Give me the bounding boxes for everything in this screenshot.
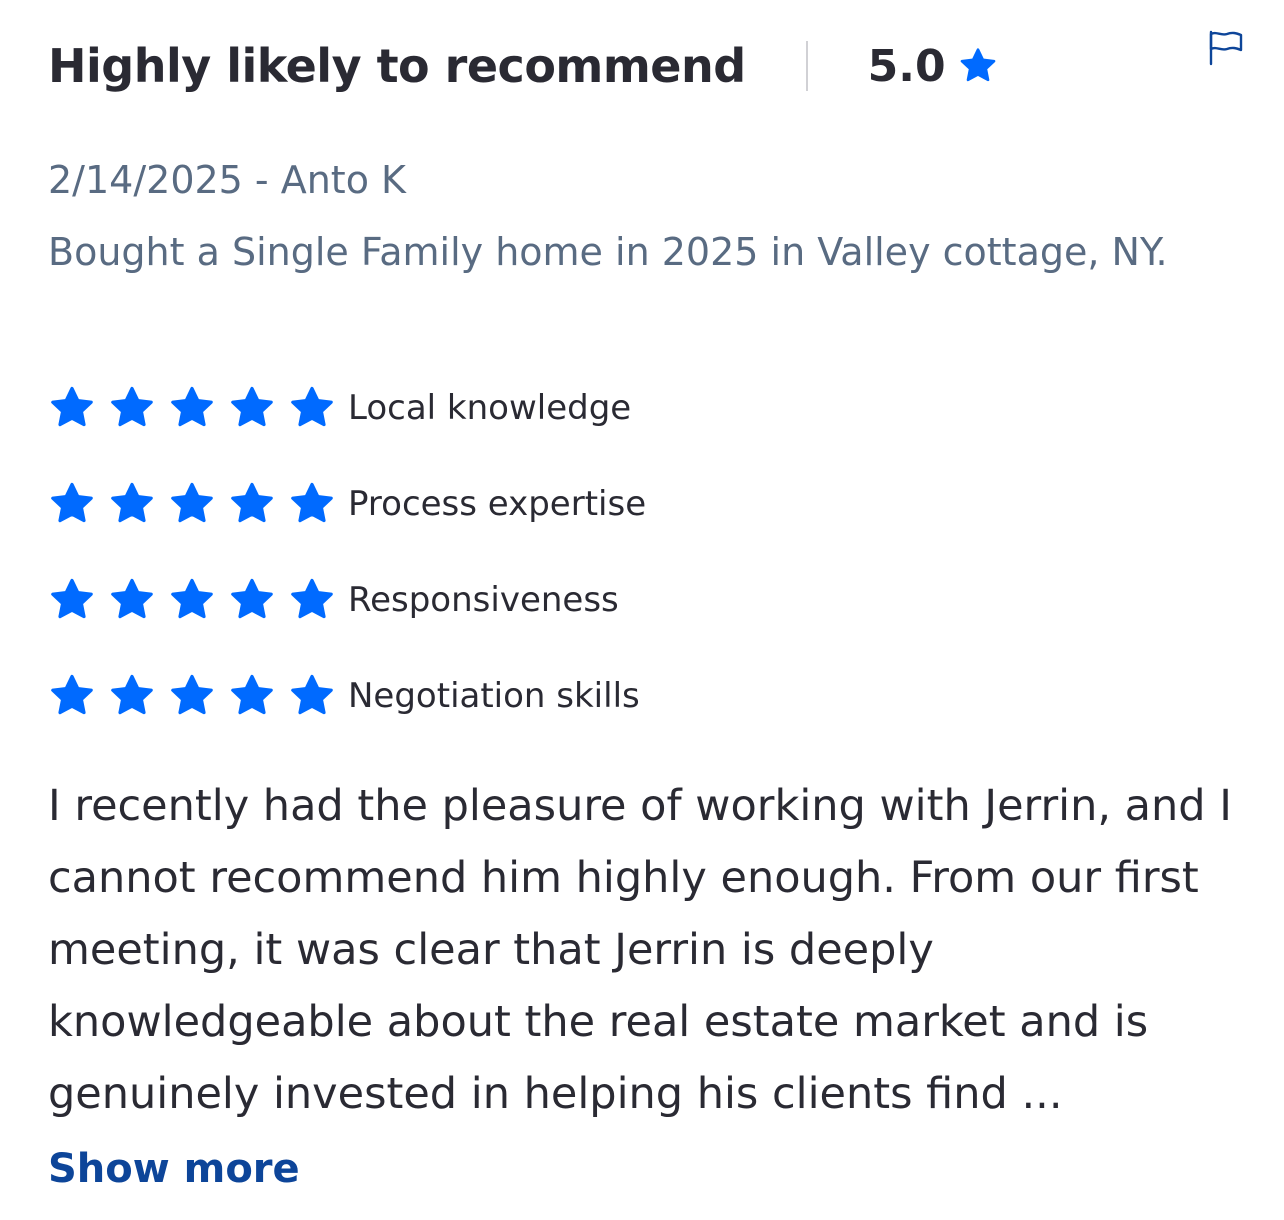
star-icon bbox=[171, 482, 213, 523]
sub-rating-local-knowledge: Local knowledge bbox=[48, 360, 646, 456]
header-divider bbox=[805, 41, 808, 91]
flag-icon bbox=[1206, 28, 1246, 72]
star-icon bbox=[231, 482, 273, 523]
star-icon bbox=[291, 386, 333, 427]
star-icon bbox=[231, 674, 273, 715]
sub-ratings: Local knowledge Process expertise Respon… bbox=[48, 360, 646, 744]
star-icon bbox=[231, 578, 273, 619]
sub-rating-label: Responsiveness bbox=[348, 580, 619, 620]
star-icon bbox=[171, 386, 213, 427]
star-icon bbox=[111, 674, 153, 715]
sub-rating-negotiation-skills: Negotiation skills bbox=[48, 648, 646, 744]
star-icon bbox=[111, 482, 153, 523]
review-header: Highly likely to recommend 5.0 bbox=[48, 36, 998, 96]
star-icon bbox=[111, 386, 153, 427]
review-headline: Highly likely to recommend bbox=[48, 39, 746, 93]
star-rating bbox=[48, 576, 348, 624]
show-more-link[interactable]: Show more bbox=[48, 1146, 300, 1192]
star-icon bbox=[958, 46, 998, 86]
star-icon bbox=[291, 482, 333, 523]
star-icon bbox=[51, 674, 93, 715]
star-icon bbox=[51, 482, 93, 523]
star-icon bbox=[291, 578, 333, 619]
sub-rating-label: Local knowledge bbox=[348, 388, 632, 428]
sub-rating-label: Process expertise bbox=[348, 484, 647, 524]
transaction-details: Bought a Single Family home in 2025 in V… bbox=[48, 230, 1168, 274]
star-icon bbox=[171, 674, 213, 715]
sub-rating-label: Negotiation skills bbox=[348, 676, 640, 716]
review-date-author: 2/14/2025 - Anto K bbox=[48, 158, 406, 202]
star-rating bbox=[48, 672, 348, 720]
star-icon bbox=[231, 386, 273, 427]
star-icon bbox=[51, 578, 93, 619]
sub-rating-responsiveness: Responsiveness bbox=[48, 552, 646, 648]
star-icon bbox=[111, 578, 153, 619]
star-rating bbox=[48, 384, 348, 432]
star-icon bbox=[51, 386, 93, 427]
review-body: I recently had the pleasure of working w… bbox=[48, 781, 1232, 1119]
overall-rating: 5.0 bbox=[867, 40, 946, 92]
sub-rating-process-expertise: Process expertise bbox=[48, 456, 646, 552]
report-flag-button[interactable] bbox=[1204, 28, 1248, 72]
star-icon bbox=[291, 674, 333, 715]
star-icon bbox=[171, 578, 213, 619]
star-rating bbox=[48, 480, 348, 528]
review-card: Highly likely to recommend 5.0 2/14/2025… bbox=[48, 0, 1248, 1220]
